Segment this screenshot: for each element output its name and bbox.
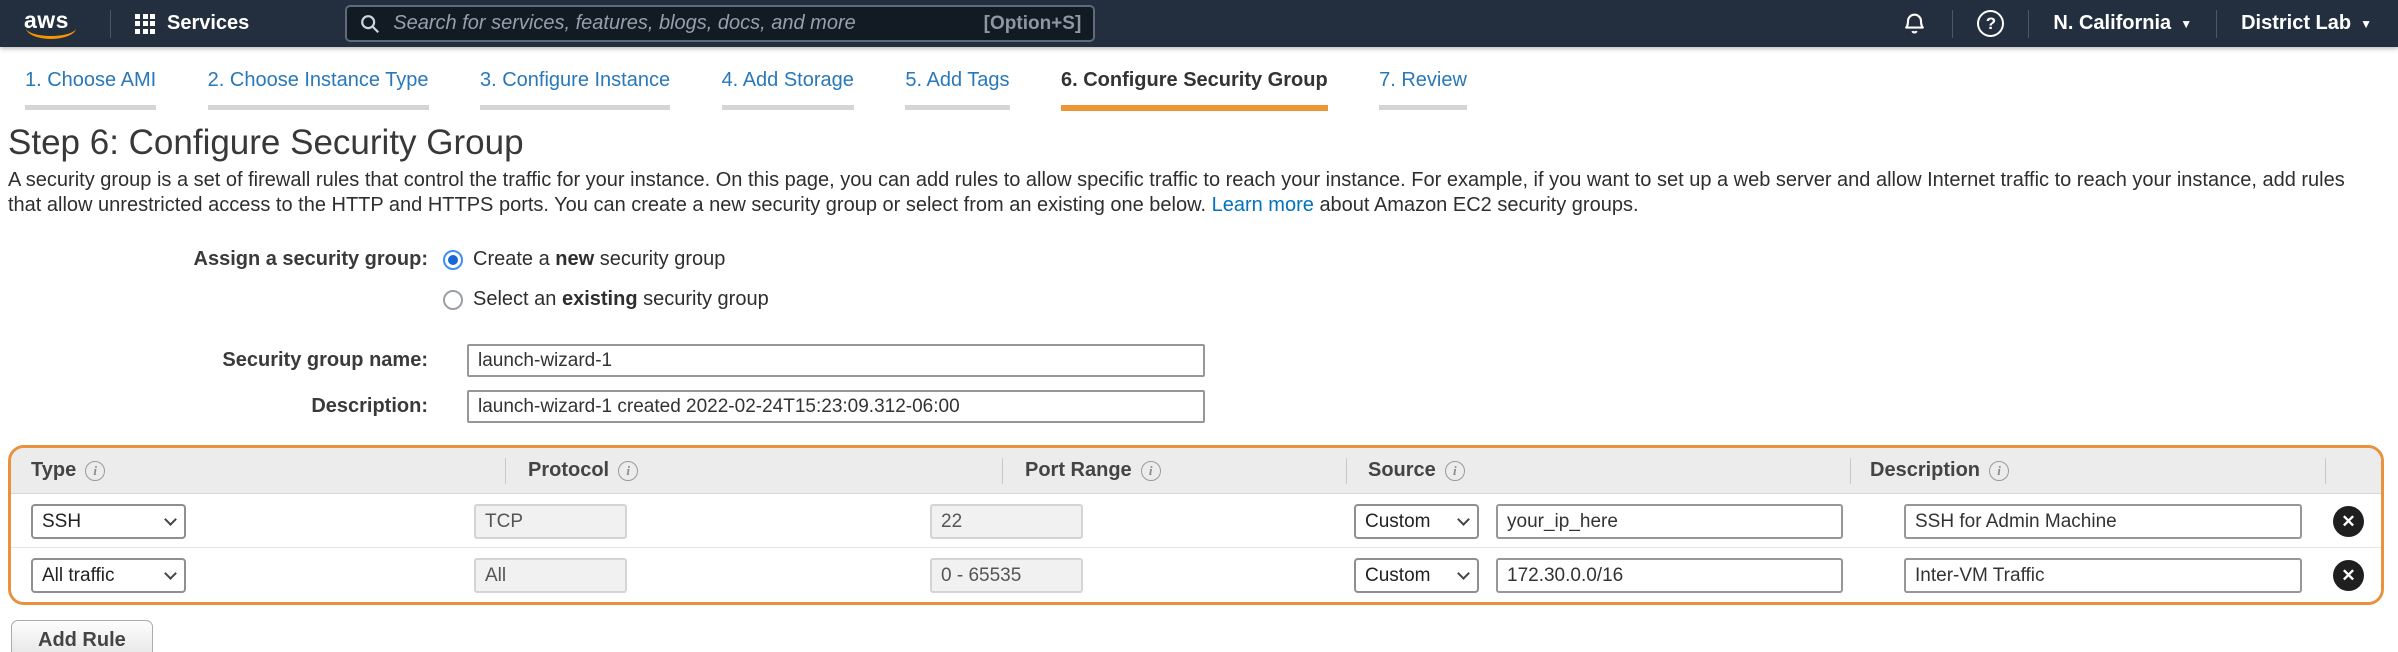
assign-security-group-label: Assign a security group: [8, 248, 428, 271]
description-text: A security group is a set of firewall ru… [8, 169, 2345, 216]
rule-source-input[interactable] [1496, 504, 1843, 539]
page-description: A security group is a set of firewall ru… [8, 168, 2388, 218]
rule-description-input[interactable] [1904, 558, 2302, 593]
tab-review[interactable]: 7. Review [1379, 69, 1467, 110]
topbar-divider [2216, 10, 2217, 38]
account-menu[interactable]: District Lab ▼ [2241, 12, 2372, 35]
chevron-down-icon: ▼ [2360, 17, 2372, 31]
security-group-name-label: Security group name: [8, 349, 428, 372]
rule-type-select[interactable]: SSH [31, 504, 186, 539]
assign-security-group-row: Assign a security group: Create a new se… [8, 248, 2388, 271]
description-label: Description: [8, 395, 428, 418]
tab-add-storage[interactable]: 4. Add Storage [722, 69, 854, 110]
tab-choose-ami[interactable]: 1. Choose AMI [25, 69, 156, 110]
tab-choose-instance-type[interactable]: 2. Choose Instance Type [208, 69, 429, 110]
info-icon[interactable]: i [618, 461, 638, 481]
info-icon[interactable]: i [1989, 461, 2009, 481]
info-icon[interactable]: i [1445, 461, 1465, 481]
top-navigation-bar: aws Services [Option+S] ? N. California … [0, 0, 2398, 47]
delete-rule-button[interactable]: ✕ [2333, 560, 2364, 591]
account-label: District Lab [2241, 12, 2351, 35]
aws-logo[interactable]: aws [24, 7, 86, 41]
select-existing-group-row: Select an existing security group [8, 288, 2388, 311]
radio-selected-icon[interactable] [443, 250, 463, 270]
radio-select-existing-security-group[interactable]: Select an existing security group [443, 288, 769, 311]
column-divider [505, 458, 506, 484]
column-divider [1346, 458, 1347, 484]
column-header-protocol: Protocol i [528, 459, 638, 482]
notifications-bell-icon[interactable] [1901, 10, 1928, 37]
description-row: Description: [8, 390, 2388, 423]
rule-protocol-field [474, 504, 627, 539]
radio-create-new-security-group[interactable]: Create a new security group [443, 248, 725, 271]
column-header-type: Type i [31, 459, 105, 482]
rule-protocol-field [474, 558, 627, 593]
region-selector[interactable]: N. California ▼ [2053, 12, 2192, 35]
wizard-steps-bar: 1. Choose AMI 2. Choose Instance Type 3.… [0, 47, 2398, 111]
tab-add-tags[interactable]: 5. Add Tags [905, 69, 1009, 110]
topbar-right-cluster: ? N. California ▼ District Lab ▼ [1901, 10, 2398, 38]
services-label: Services [167, 12, 249, 35]
info-icon[interactable]: i [1141, 461, 1161, 481]
security-rule-row: SSH Custom ✕ [11, 494, 2381, 548]
security-group-name-row: Security group name: [8, 344, 2388, 377]
learn-more-link[interactable]: Learn more [1212, 194, 1314, 216]
security-group-description-input[interactable] [467, 390, 1205, 423]
column-header-description: Description i [1870, 459, 2009, 482]
column-divider [1850, 458, 1851, 484]
topbar-divider [2028, 10, 2029, 38]
search-icon [359, 13, 381, 35]
chevron-down-icon [1457, 567, 1470, 580]
column-header-source: Source i [1368, 459, 1465, 482]
services-grid-icon [135, 14, 155, 34]
tab-configure-instance[interactable]: 3. Configure Instance [480, 69, 670, 110]
security-group-form: Assign a security group: Create a new se… [8, 248, 2388, 423]
chevron-down-icon [1457, 513, 1470, 526]
column-divider [2325, 458, 2326, 484]
aws-logo-smile [26, 28, 76, 39]
rules-table-header: Type i Protocol i Port Range i Source i … [11, 448, 2381, 494]
description-text: about Amazon EC2 security groups. [1319, 194, 1638, 216]
security-rules-table: Type i Protocol i Port Range i Source i … [8, 445, 2384, 605]
column-divider [1002, 458, 1003, 484]
security-group-name-input[interactable] [467, 344, 1205, 377]
radio-unselected-icon[interactable] [443, 290, 463, 310]
help-icon[interactable]: ? [1977, 10, 2004, 37]
chevron-down-icon: ▼ [2180, 17, 2192, 31]
rule-source-mode-select[interactable]: Custom [1354, 504, 1479, 539]
tab-configure-security-group[interactable]: 6. Configure Security Group [1061, 69, 1328, 111]
services-menu-button[interactable]: Services [135, 12, 249, 35]
search-shortcut-hint: [Option+S] [984, 13, 1082, 35]
region-label: N. California [2053, 12, 2171, 35]
chevron-down-icon [164, 567, 177, 580]
add-rule-button[interactable]: Add Rule [11, 620, 153, 652]
page-title: Step 6: Configure Security Group [8, 123, 2388, 163]
radio-select-existing-label: Select an existing security group [473, 288, 769, 311]
column-header-port-range: Port Range i [1025, 459, 1161, 482]
global-search-box[interactable]: [Option+S] [345, 5, 1095, 42]
chevron-down-icon [164, 513, 177, 526]
rule-port-range-field [930, 558, 1083, 593]
security-rule-row: All traffic Custom ✕ [11, 548, 2381, 602]
info-icon[interactable]: i [85, 461, 105, 481]
delete-rule-button[interactable]: ✕ [2333, 506, 2364, 537]
topbar-divider [110, 10, 111, 38]
rule-source-input[interactable] [1496, 558, 1843, 593]
radio-create-new-label: Create a new security group [473, 248, 725, 271]
rule-source-mode-select[interactable]: Custom [1354, 558, 1479, 593]
rule-port-range-field [930, 504, 1083, 539]
main-content: Step 6: Configure Security Group A secur… [0, 123, 2398, 423]
rule-type-select[interactable]: All traffic [31, 558, 186, 593]
rule-description-input[interactable] [1904, 504, 2302, 539]
search-input[interactable] [393, 12, 983, 35]
topbar-divider [1952, 10, 1953, 38]
